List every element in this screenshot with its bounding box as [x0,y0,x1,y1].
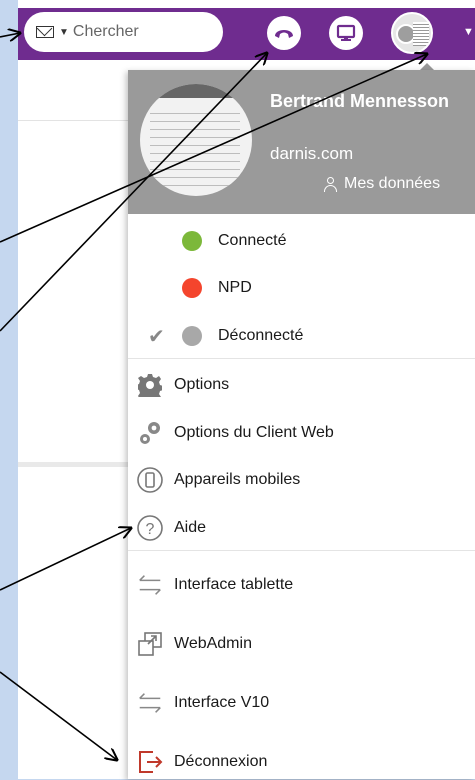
status-dot-icon [182,278,202,298]
menu-item-webadmin[interactable]: WebAdmin [128,626,475,662]
status-dot-icon [182,231,202,251]
menu-item-label: Appareils mobiles [174,471,301,488]
person-icon [324,177,338,192]
menu-item-web-client-options[interactable]: Options du Client Web [128,418,475,448]
menu-item-label: Interface V10 [174,694,270,711]
status-label: NPD [218,279,252,296]
mobile-icon [136,466,164,494]
profile-header: Bertrand Mennesson darnis.com Mes donnée… [128,70,475,214]
phone-button[interactable] [267,16,301,50]
divider [128,358,475,359]
external-window-icon [136,630,164,658]
menu-item-help[interactable]: ? Aide [128,513,475,543]
screen-button[interactable] [329,16,363,50]
menu-item-label: Interface tablette [174,576,294,593]
chevron-down-icon[interactable]: ▼ [59,27,69,38]
menu-item-label: WebAdmin [174,635,252,652]
menu-item-tablet-interface[interactable]: Interface tablette [128,567,475,603]
my-data-label: Mes données [344,175,441,192]
gear-icon [136,371,164,399]
envelope-icon[interactable] [36,26,54,38]
status-dot-icon [182,326,202,346]
phone-icon [275,30,293,38]
menu-item-options[interactable]: Options [128,370,475,400]
gears-icon [136,419,164,447]
monitor-icon [336,24,356,41]
my-data-link[interactable]: Mes données [324,175,440,193]
menu-item-label: Déconnexion [174,753,268,770]
divider [128,550,475,551]
checkmark-icon: ✔ [148,325,165,348]
chevron-down-icon[interactable]: ▼ [463,26,474,38]
profile-avatar [140,84,252,196]
menu-item-v10-interface[interactable]: Interface V10 [128,685,475,721]
avatar[interactable] [391,12,433,54]
help-icon: ? [136,514,164,542]
svg-text:?: ? [146,521,155,538]
profile-domain: darnis.com [270,144,354,163]
user-menu: Bertrand Mennesson darnis.com Mes donnée… [128,70,475,779]
status-label: Déconnecté [218,327,304,344]
menu-item-logout[interactable]: Déconnexion [128,744,475,780]
logout-icon [136,748,164,776]
profile-name: Bertrand Mennesson [270,91,450,111]
menu-item-mobile-devices[interactable]: Appareils mobiles [128,465,475,495]
status-npd[interactable]: NPD [128,273,475,303]
divider [18,462,128,467]
divider [18,120,128,121]
swap-arrows-icon [136,571,164,599]
menu-item-label: Options [174,376,230,393]
status-disconnected[interactable]: ✔ Déconnecté [128,321,475,351]
status-label: Connecté [218,232,287,249]
status-connected[interactable]: Connecté [128,226,475,256]
swap-arrows-icon [136,689,164,717]
arrow-to-search [0,33,20,37]
search-input[interactable]: ▼ Chercher [24,12,223,52]
search-placeholder: Chercher [72,23,139,40]
menu-item-label: Options du Client Web [174,424,334,441]
menu-item-label: Aide [174,519,207,536]
